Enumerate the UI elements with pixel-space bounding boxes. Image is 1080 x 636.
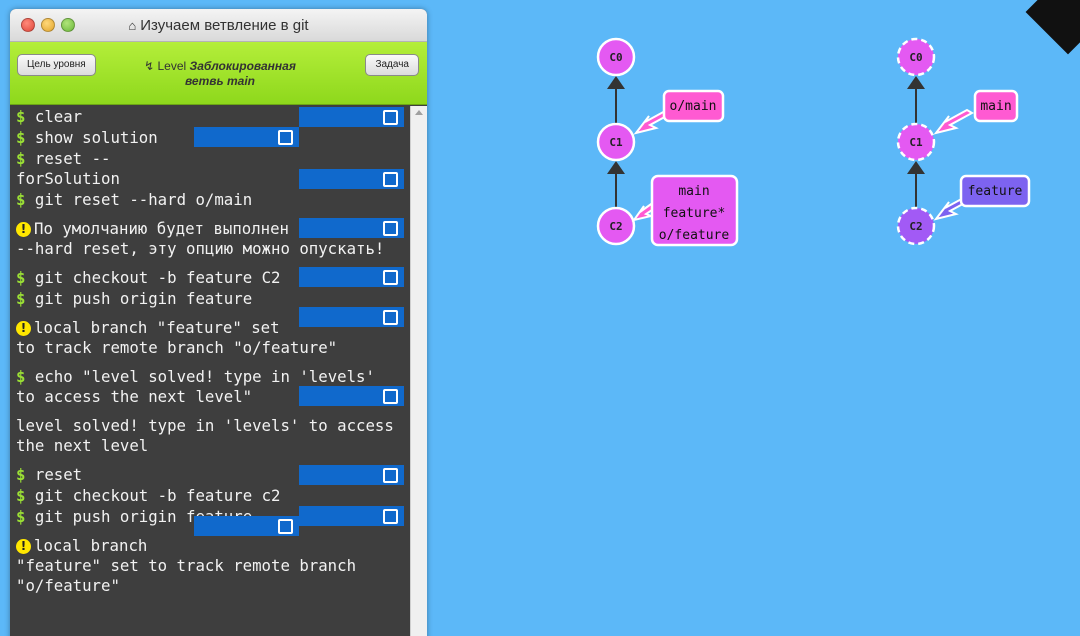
git-graph-canvas: C0 C1 C2 o/main main feature* o/feature … (596, 37, 1031, 247)
branch-label: feature* (663, 206, 726, 221)
commit-label: C0 (909, 51, 922, 64)
arrow-c2-c1 (607, 161, 625, 174)
arrow-c1-c0 (907, 76, 925, 89)
arrow-c1-c0 (607, 76, 625, 89)
branch-label: feature (968, 184, 1023, 199)
commit-label: C1 (609, 136, 623, 149)
local-repo-graph: C0 C1 C2 o/main main feature* o/feature (596, 37, 739, 247)
remote-repo-graph: C0 C1 C2 main feature (896, 37, 1031, 246)
commit-label: C0 (609, 51, 622, 64)
commit-label: C2 (609, 220, 622, 233)
branch-label: main (678, 184, 709, 199)
branch-arrow (933, 108, 975, 135)
commit-label: C2 (909, 220, 922, 233)
branch-label: o/main (670, 99, 717, 114)
branch-label: o/feature (659, 228, 730, 243)
arrow-c2-c1 (907, 161, 925, 174)
commit-label: C1 (909, 136, 923, 149)
branch-label: main (980, 99, 1011, 114)
